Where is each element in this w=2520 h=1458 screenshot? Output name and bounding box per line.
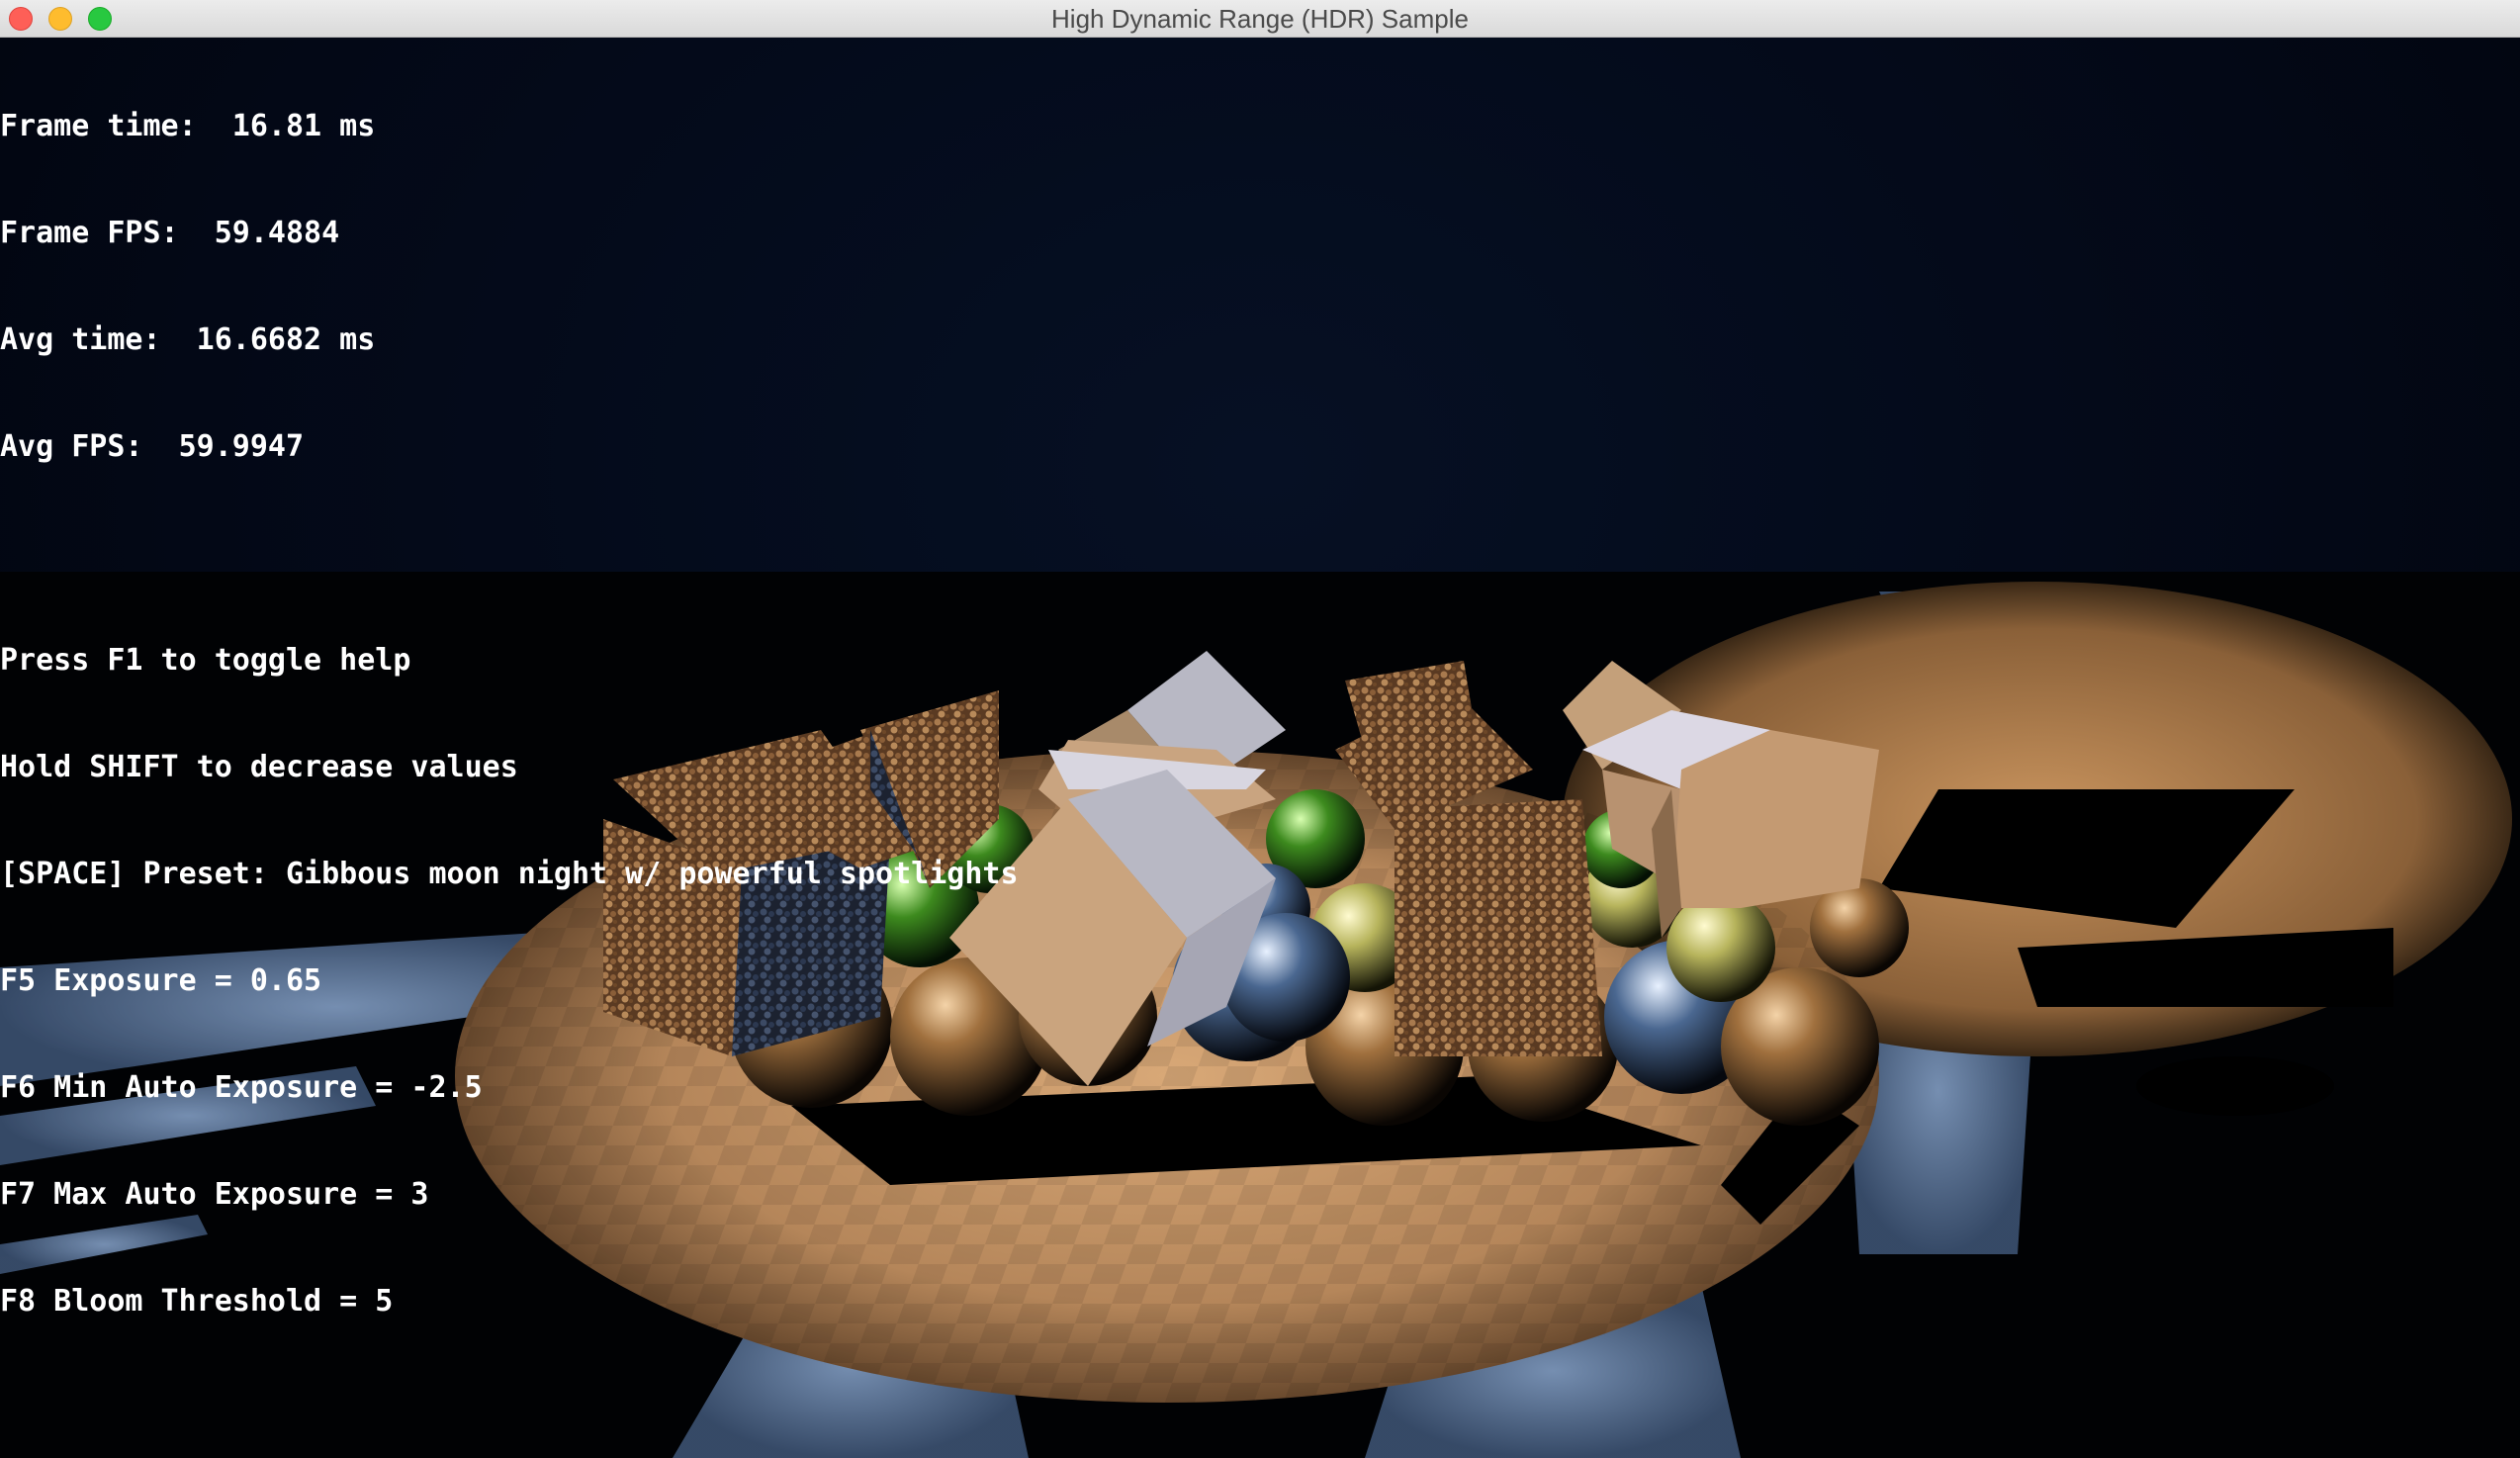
spacer-line [0, 536, 1385, 572]
preset-text: [SPACE] Preset: Gibbous moon night w/ po… [0, 857, 1019, 891]
shift-hint-text: Hold SHIFT to decrease values [0, 750, 518, 784]
min-auto-exposure-text: F6 Min Auto Exposure = -2.5 [0, 1070, 483, 1105]
title-bar[interactable]: High Dynamic Range (HDR) Sample [0, 0, 2520, 38]
app-window: High Dynamic Range (HDR) Sample Frame ti… [0, 0, 2520, 1458]
avg-fps-text: Avg FPS: 59.9947 [0, 429, 305, 464]
exposure-text: F5 Exposure = 0.65 [0, 963, 322, 998]
max-auto-exposure-text: F7 Max Auto Exposure = 3 [0, 1177, 429, 1212]
avg-time-text: Avg time: 16.6682 ms [0, 322, 376, 357]
frame-fps-text: Frame FPS: 59.4884 [0, 216, 340, 250]
help-toggle-text: Press F1 to toggle help [0, 643, 411, 678]
window-title: High Dynamic Range (HDR) Sample [1051, 4, 1469, 34]
hud-overlay: Frame time: 16.81 ms Frame FPS: 59.4884 … [0, 38, 1385, 1391]
frame-time-text: Frame time: 16.81 ms [0, 109, 376, 143]
bloom-threshold-text: F8 Bloom Threshold = 5 [0, 1284, 394, 1319]
